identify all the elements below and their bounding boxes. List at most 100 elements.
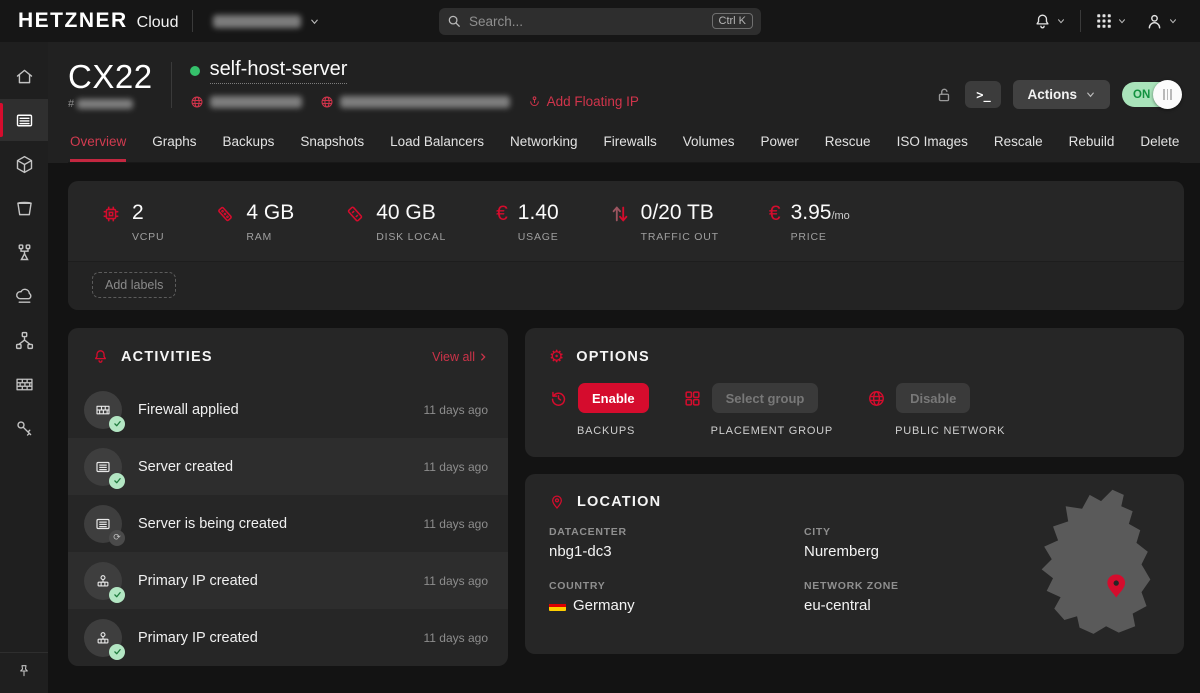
tab-firewalls[interactable]: Firewalls (603, 126, 656, 162)
user-icon (1145, 12, 1164, 31)
stat-price: € 3.95/moPRICE (769, 201, 850, 243)
tab-backups[interactable]: Backups (223, 126, 275, 162)
stat-ram: 4 GBRAM (214, 201, 294, 243)
stat-disk: 40 GBDISK LOCAL (344, 201, 446, 243)
avatar (84, 391, 122, 429)
search-input[interactable] (469, 14, 704, 29)
gear-icon: ⚙ (549, 348, 564, 365)
server-icon (14, 110, 35, 131)
activity-text: Primary IP created (138, 573, 258, 589)
field-value: Germany (573, 597, 635, 614)
power-toggle-handle[interactable] (1153, 80, 1182, 109)
stat-usage: € 1.40USAGE (496, 201, 559, 243)
notifications-menu[interactable] (1029, 10, 1070, 33)
sidebar-item-load-balancers[interactable] (0, 231, 48, 273)
location-field-datacenter: DATACENTER nbg1-dc3 (549, 526, 784, 560)
location-title: LOCATION (577, 494, 661, 510)
view-all-link[interactable]: View all (432, 350, 488, 364)
avatar (84, 448, 122, 486)
sidebar-item-security[interactable] (0, 407, 48, 449)
traffic-arrows-icon (609, 201, 631, 225)
germany-flag-icon (549, 600, 566, 611)
search-box[interactable]: Ctrl K (439, 8, 761, 35)
germany-map (1022, 486, 1170, 644)
sidebar-item-home[interactable] (0, 55, 48, 97)
stat-traffic: 0/20 TBTRAFFIC OUT (609, 201, 719, 243)
cube-icon (14, 154, 35, 175)
tab-overview[interactable]: Overview (70, 126, 126, 162)
stat-value: 4 GB (246, 201, 294, 225)
ram-icon (214, 201, 236, 225)
bell-icon (1033, 12, 1052, 31)
search-icon (447, 14, 461, 28)
option-label: PUBLIC NETWORK (867, 425, 1005, 437)
console-button[interactable]: >_ (965, 81, 1001, 108)
balance-icon (14, 242, 35, 263)
location-card: LOCATION DATACENTER nbg1-dc3 CITY Nuremb… (525, 474, 1184, 654)
key-icon (14, 418, 35, 439)
server-header-band: CX22 # self-host-server (48, 42, 1200, 163)
cpu-icon (100, 201, 122, 225)
add-labels-button[interactable]: Add labels (92, 272, 176, 298)
select-group-button[interactable]: Select group (712, 383, 819, 413)
option-label: PLACEMENT GROUP (683, 425, 833, 437)
sidebar-pin-area[interactable] (0, 652, 48, 693)
sidebar-item-volumes[interactable] (0, 187, 48, 229)
disable-public-network-button[interactable]: Disable (896, 383, 970, 413)
option-backups: Enable BACKUPS (549, 383, 649, 437)
tab-rebuild[interactable]: Rebuild (1069, 126, 1115, 162)
sidebar-item-networks[interactable] (0, 319, 48, 361)
firewall-icon (14, 374, 35, 395)
option-placement-group: Select group PLACEMENT GROUP (683, 383, 833, 437)
sidebar-item-servers[interactable] (0, 99, 48, 141)
option-label: BACKUPS (549, 425, 649, 437)
euro-icon: € (496, 201, 508, 224)
sidebar-item-floating-ips[interactable] (0, 275, 48, 317)
tab-rescue[interactable]: Rescue (825, 126, 871, 162)
tab-delete[interactable]: Delete (1140, 126, 1179, 162)
network-tree-icon (14, 330, 35, 351)
tab-rescale[interactable]: Rescale (994, 126, 1043, 162)
stat-value: 2 (132, 201, 164, 225)
chevron-down-icon (309, 16, 320, 27)
firewall-icon (94, 401, 112, 419)
tab-networking[interactable]: Networking (510, 126, 578, 162)
tab-iso-images[interactable]: ISO Images (897, 126, 968, 162)
add-floating-ip-label: Add Floating IP (547, 94, 639, 109)
apps-menu[interactable] (1091, 10, 1131, 32)
add-floating-ip-link[interactable]: Add Floating IP (528, 94, 639, 109)
activity-text: Firewall applied (138, 402, 239, 418)
check-badge-icon (109, 416, 125, 432)
tab-volumes[interactable]: Volumes (683, 126, 735, 162)
bell-icon (92, 348, 109, 365)
topbar-divider (192, 10, 193, 32)
redacted-ipv4 (210, 96, 302, 108)
actions-button[interactable]: Actions (1013, 80, 1110, 109)
user-menu[interactable] (1141, 10, 1182, 33)
activity-row: Firewall applied 11 days ago (68, 381, 508, 438)
tab-power[interactable]: Power (761, 126, 799, 162)
unlock-icon[interactable] (935, 86, 953, 104)
server-icon (94, 515, 112, 533)
server-id-prefix: # (68, 98, 74, 110)
check-badge-icon (109, 644, 125, 660)
tab-snapshots[interactable]: Snapshots (300, 126, 364, 162)
enable-backups-button[interactable]: Enable (578, 383, 649, 413)
field-value: nbg1-dc3 (549, 543, 784, 560)
activity-row: Primary IP created 11 days ago (68, 552, 508, 609)
euro-icon: € (769, 201, 781, 224)
sidebar-item-firewalls[interactable] (0, 363, 48, 405)
tab-load-balancers[interactable]: Load Balancers (390, 126, 484, 162)
brand-name: HETZNER (18, 9, 128, 33)
activity-row: ⟳ Server is being created 11 days ago (68, 495, 508, 552)
sidebar-item-images[interactable] (0, 143, 48, 185)
tab-graphs[interactable]: Graphs (152, 126, 196, 162)
check-badge-icon (109, 473, 125, 489)
redacted-server-id (77, 99, 133, 109)
globe-icon (320, 95, 334, 109)
header-divider (171, 62, 172, 108)
server-name[interactable]: self-host-server (210, 58, 348, 84)
power-toggle[interactable]: ON (1122, 82, 1180, 107)
stat-label: USAGE (518, 231, 559, 243)
project-selector[interactable] (207, 11, 326, 32)
